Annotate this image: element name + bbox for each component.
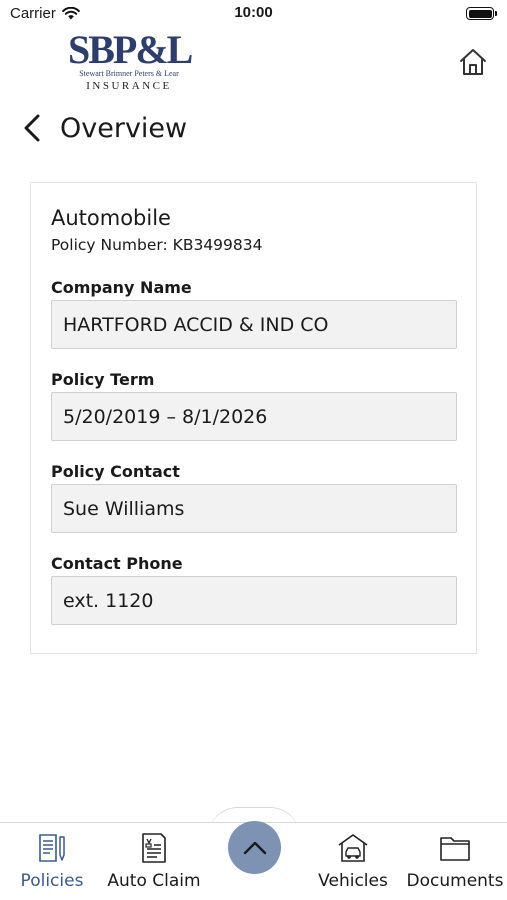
tab-documents-label: Documents (406, 871, 504, 891)
policy-number: Policy Number: KB3499834 (51, 236, 263, 254)
status-time: 10:00 (234, 4, 273, 21)
folder-icon (440, 837, 470, 861)
status-bar: Carrier 10:00 (0, 0, 507, 28)
auto-claim-form-icon (142, 833, 166, 863)
tab-vehicles[interactable]: Vehicles (312, 823, 394, 900)
expand-menu-button[interactable] (228, 821, 281, 874)
policy-term-field[interactable]: 5/20/2019 – 8/1/2026 (51, 392, 457, 441)
tab-policies-label: Policies (20, 871, 84, 891)
company-name-field[interactable]: HARTFORD ACCID & IND CO (51, 300, 457, 349)
tab-vehicles-label: Vehicles (318, 871, 388, 891)
battery-icon (466, 7, 497, 20)
policies-document-icon (39, 834, 65, 862)
page-title: Overview (60, 112, 188, 144)
vehicles-garage-icon (338, 834, 368, 862)
contact-phone-field[interactable]: ext. 1120 (51, 576, 457, 625)
tab-policies[interactable]: Policies (14, 823, 90, 900)
policy-contact-field[interactable]: Sue Williams (51, 484, 457, 533)
company-logo: SBP&L Stewart Brimner Peters & Lear INSU… (68, 27, 193, 96)
policy-type: Automobile (51, 206, 171, 230)
policy-card: Automobile Policy Number: KB3499834 Comp… (30, 182, 477, 654)
back-button[interactable] (22, 108, 48, 148)
home-button[interactable] (456, 45, 490, 79)
policy-term-label: Policy Term (51, 370, 155, 389)
tab-auto-claim[interactable]: Auto Claim (106, 823, 202, 900)
logo-tagline: INSURANCE (86, 80, 172, 92)
contact-phone-label: Contact Phone (51, 554, 183, 573)
page-header: Overview (22, 108, 187, 148)
logo-mark: SBP&L (68, 27, 193, 72)
company-name-label: Company Name (51, 278, 192, 297)
logo-subtitle: Stewart Brimner Peters & Lear (79, 69, 179, 78)
chevron-left-icon (24, 114, 40, 142)
tab-auto-claim-label: Auto Claim (107, 871, 201, 891)
chevron-up-icon (243, 841, 266, 854)
policy-contact-label: Policy Contact (51, 462, 180, 481)
tab-documents[interactable]: Documents (406, 823, 504, 900)
home-icon (460, 49, 486, 75)
